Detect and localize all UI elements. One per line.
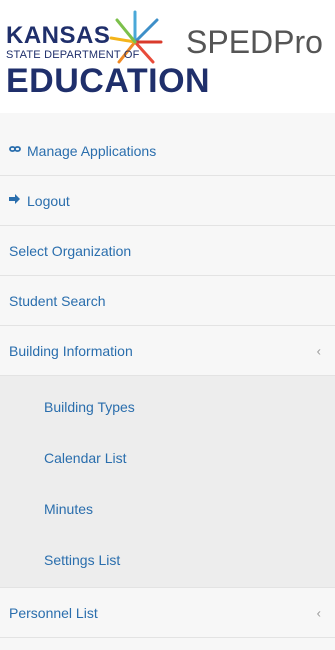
menu-item-building-information[interactable]: Building Information ‹ (0, 326, 335, 376)
building-information-submenu: Building Types Calendar List Minutes Set… (0, 376, 335, 588)
ksde-logo[interactable]: KANSAS STATE DEPARTMENT OF EDUCATION (0, 0, 210, 113)
submenu-item-label: Minutes (44, 500, 94, 517)
submenu-item-label: Settings List (44, 551, 121, 568)
submenu-item-label: Building Types (44, 398, 135, 415)
submenu-item-settings-list[interactable]: Settings List (0, 534, 335, 585)
submenu-item-minutes[interactable]: Minutes (0, 483, 335, 534)
link-icon (9, 143, 23, 158)
menu-item-logout[interactable]: Logout (0, 176, 335, 226)
sign-out-icon (9, 193, 23, 208)
menu-item-manage-applications[interactable]: Manage Applications (0, 126, 335, 176)
chevron-left-icon: ‹ (316, 343, 321, 358)
menu-item-label: Personnel List (9, 604, 98, 621)
menu-item-student-search[interactable]: Student Search (0, 276, 335, 326)
app-title: SPEDPro (186, 24, 323, 60)
logo-kansas-text: KANSAS (6, 22, 111, 49)
logo-department-text: STATE DEPARTMENT OF (6, 49, 140, 61)
menu-item-label: Building Information (9, 342, 133, 359)
chevron-left-icon: ‹ (316, 605, 321, 620)
app-frame: KANSAS STATE DEPARTMENT OF EDUCATION SPE… (0, 0, 335, 650)
menu-item-label: Student Search (9, 292, 106, 309)
menu-item-select-organization[interactable]: Select Organization (0, 226, 335, 276)
submenu-item-calendar-list[interactable]: Calendar List (0, 432, 335, 483)
menu-item-personnel-list[interactable]: Personnel List ‹ (0, 588, 335, 638)
logo-education-text: EDUCATION (6, 62, 211, 100)
menu-item-label: Logout (27, 192, 70, 209)
header: KANSAS STATE DEPARTMENT OF EDUCATION SPE… (0, 0, 335, 113)
submenu-item-label: Calendar List (44, 449, 127, 466)
sidebar-menu: Manage Applications Logout Select Organi… (0, 126, 335, 638)
submenu-item-building-types[interactable]: Building Types (0, 381, 335, 432)
menu-item-label: Manage Applications (27, 142, 157, 159)
menu-item-label: Select Organization (9, 242, 132, 259)
